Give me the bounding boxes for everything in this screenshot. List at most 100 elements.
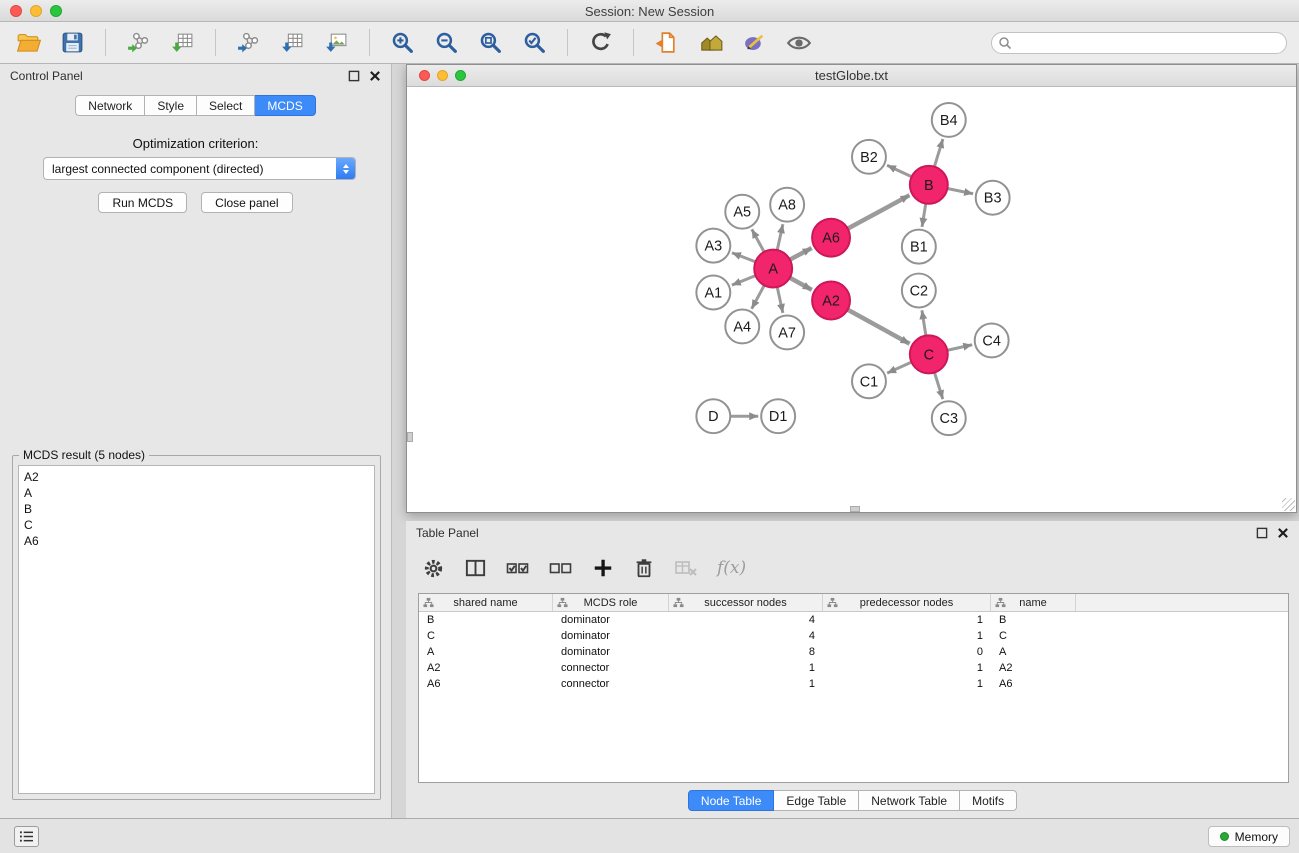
node-C4[interactable]: C4 (975, 323, 1009, 357)
network-canvas[interactable]: B4 B2 B B3 A5 A8A6 A3 B1 A A1 C2 A2 A4 A7 C4 C C1 C3 D D1 (407, 87, 1296, 512)
close-panel-icon[interactable] (369, 70, 381, 82)
column-header-shared-name[interactable]: shared name (419, 594, 553, 611)
close-panel-button[interactable]: Close panel (201, 192, 292, 213)
float-panel-icon[interactable] (348, 70, 360, 82)
node-D1[interactable]: D1 (761, 399, 795, 433)
export-network-button[interactable] (230, 27, 267, 59)
mcds-result-item[interactable]: A6 (24, 533, 369, 549)
node-B2[interactable]: B2 (852, 140, 886, 174)
unselect-all-icon[interactable] (549, 556, 573, 580)
table-row[interactable]: A6connector11A6 (419, 676, 1288, 692)
node-A7[interactable]: A7 (770, 315, 804, 349)
tab-edge-table[interactable]: Edge Table (774, 790, 859, 811)
export-image-icon (324, 30, 349, 55)
float-panel-icon[interactable] (1256, 527, 1268, 539)
home-button[interactable] (692, 27, 729, 59)
zoom-fit-button[interactable] (472, 27, 509, 59)
node-B1[interactable]: B1 (902, 230, 936, 264)
tab-network-table[interactable]: Network Table (859, 790, 960, 811)
refresh-layout-button[interactable] (582, 27, 619, 59)
column-header-successor-nodes[interactable]: successor nodes (669, 594, 823, 611)
tab-select[interactable]: Select (197, 95, 255, 116)
column-header-name[interactable]: name (991, 594, 1076, 611)
show-graphics-details-button[interactable] (780, 27, 817, 59)
attribute-icon (557, 597, 568, 608)
node-A4[interactable]: A4 (725, 309, 759, 343)
table-cell: C (991, 628, 1076, 644)
svg-text:C1: C1 (860, 374, 878, 390)
table-cell: A2 (419, 660, 553, 676)
resize-grip[interactable] (1282, 498, 1295, 511)
svg-text:B2: B2 (860, 150, 878, 166)
table-row[interactable]: A2connector11A2 (419, 660, 1288, 676)
svg-text:C4: C4 (982, 333, 1000, 349)
open-file-button[interactable] (10, 27, 47, 59)
search-input[interactable] (991, 32, 1287, 54)
attribute-icon (827, 597, 838, 608)
tab-network[interactable]: Network (75, 95, 145, 116)
table-cell: dominator (553, 612, 669, 628)
mcds-result-item[interactable]: C (24, 517, 369, 533)
node-D[interactable]: D (696, 399, 730, 433)
export-network-icon (236, 30, 261, 55)
add-column-icon[interactable] (592, 557, 614, 579)
table-cell: A (991, 644, 1076, 660)
node-C3[interactable]: C3 (932, 401, 966, 435)
table-cell: B (991, 612, 1076, 628)
memory-button[interactable]: Memory (1208, 826, 1290, 847)
table-row[interactable]: Adominator80A (419, 644, 1288, 660)
import-table-button[interactable] (164, 27, 201, 59)
task-history-button[interactable] (14, 826, 39, 847)
node-A6[interactable]: A6 (812, 219, 850, 257)
horizontal-scroll-thumb[interactable] (850, 506, 860, 512)
run-mcds-button[interactable]: Run MCDS (98, 192, 187, 213)
close-view-button[interactable] (419, 70, 430, 81)
import-document-button[interactable] (648, 27, 685, 59)
zoom-in-button[interactable] (384, 27, 421, 59)
optimization-criterion-dropdown[interactable]: largest connected component (directed) (43, 157, 356, 180)
mcds-result-item[interactable]: A (24, 485, 369, 501)
node-C2[interactable]: C2 (902, 274, 936, 308)
svg-text:A: A (768, 262, 778, 278)
import-network-button[interactable] (120, 27, 157, 59)
export-table-button[interactable] (274, 27, 311, 59)
node-B4[interactable]: B4 (932, 103, 966, 137)
mcds-result-item[interactable]: B (24, 501, 369, 517)
mcds-result-list[interactable]: A2ABCA6 (18, 465, 375, 794)
zoom-view-button[interactable] (455, 70, 466, 81)
close-panel-icon[interactable] (1277, 527, 1289, 539)
trash-icon[interactable] (633, 557, 655, 579)
eye-icon (786, 30, 812, 56)
zoom-out-button[interactable] (428, 27, 465, 59)
gear-icon[interactable] (422, 557, 445, 580)
minimize-view-button[interactable] (437, 70, 448, 81)
mcds-result-box: MCDS result (5 nodes) A2ABCA6 (12, 455, 381, 800)
node-C[interactable]: C (910, 335, 948, 373)
table-row[interactable]: Bdominator41B (419, 612, 1288, 628)
export-image-button[interactable] (318, 27, 355, 59)
zoom-selected-button[interactable] (516, 27, 553, 59)
vertical-scroll-thumb[interactable] (407, 432, 413, 442)
mcds-result-item[interactable]: A2 (24, 469, 369, 485)
node-A[interactable]: A (754, 250, 792, 288)
select-all-icon[interactable] (506, 556, 530, 580)
tab-mcds[interactable]: MCDS (255, 95, 315, 116)
tab-motifs[interactable]: Motifs (960, 790, 1017, 811)
node-C1[interactable]: C1 (852, 364, 886, 398)
column-header-MCDS-role[interactable]: MCDS role (553, 594, 669, 611)
node-B[interactable]: B (910, 166, 948, 204)
column-header-predecessor-nodes[interactable]: predecessor nodes (823, 594, 991, 611)
node-A1[interactable]: A1 (696, 276, 730, 310)
table-row[interactable]: Cdominator41C (419, 628, 1288, 644)
node-A8[interactable]: A8 (770, 188, 804, 222)
node-A2[interactable]: A2 (812, 282, 850, 320)
annotation-button[interactable] (736, 27, 773, 59)
node-B3[interactable]: B3 (976, 181, 1010, 215)
table-body: Bdominator41BCdominator41CAdominator80AA… (419, 612, 1288, 692)
tab-style[interactable]: Style (145, 95, 197, 116)
save-session-button[interactable] (54, 27, 91, 59)
node-A5[interactable]: A5 (725, 195, 759, 229)
show-columns-icon[interactable] (464, 557, 487, 580)
tab-node-table[interactable]: Node Table (688, 790, 775, 811)
node-A3[interactable]: A3 (696, 229, 730, 263)
